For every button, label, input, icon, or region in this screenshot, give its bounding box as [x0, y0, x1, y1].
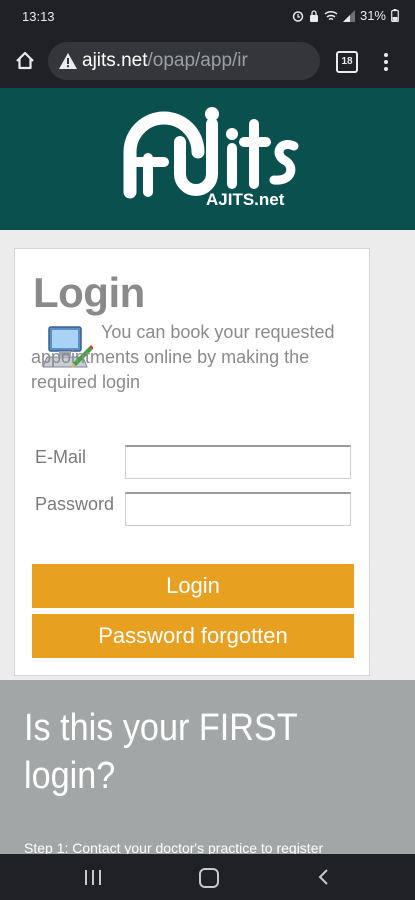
- password-label: Password: [35, 494, 115, 514]
- battery-icon: [391, 9, 399, 22]
- step-1-text: Step 1: Contact your doctor's practice t…: [24, 840, 324, 854]
- wifi-icon: [324, 10, 338, 20]
- url-text: ajits.net/opap/app/ir: [82, 50, 248, 72]
- home-icon[interactable]: [14, 50, 36, 72]
- status-icons: 31%: [292, 8, 399, 23]
- more-options-icon[interactable]: [378, 50, 394, 74]
- home-button-icon[interactable]: [199, 868, 219, 888]
- url-path: /opap/app/ir: [147, 50, 248, 71]
- tab-switcher-button[interactable]: 18: [336, 51, 358, 73]
- system-navigation-bar: [0, 854, 415, 900]
- first-login-section: Is this your FIRST login? Step 1: Contac…: [0, 680, 415, 854]
- lock-icon: [309, 9, 318, 22]
- address-bar[interactable]: ajits.net/opap/app/ir: [48, 42, 320, 80]
- password-forgotten-button[interactable]: Password forgotten: [32, 614, 354, 658]
- status-bar: 13:13 31%: [0, 0, 415, 34]
- email-label: E-Mail: [35, 447, 87, 467]
- login-intro: You can book your requested appointments…: [31, 320, 351, 395]
- first-login-title: Is this your FIRST login?: [24, 707, 298, 797]
- email-field[interactable]: [125, 445, 351, 479]
- back-icon[interactable]: [316, 868, 332, 886]
- login-button[interactable]: Login: [32, 564, 354, 608]
- login-card: Login You can book your requested appoin…: [14, 248, 370, 676]
- login-intro-text: You can book your requested appointments…: [31, 322, 335, 392]
- password-field[interactable]: [125, 492, 351, 526]
- site-header: AJITS.net: [0, 88, 415, 230]
- login-title: Login: [33, 269, 145, 316]
- browser-toolbar: ajits.net/opap/app/ir 18: [0, 34, 415, 88]
- recents-icon[interactable]: [84, 870, 102, 885]
- signal-icon: [342, 9, 355, 22]
- warning-icon[interactable]: [58, 51, 78, 71]
- alarm-icon: [292, 10, 304, 22]
- status-time: 13:13: [22, 9, 55, 24]
- url-host: ajits.net: [82, 50, 148, 71]
- battery-percent: 31%: [359, 8, 386, 23]
- logo-subtitle: AJITS.net: [206, 190, 285, 209]
